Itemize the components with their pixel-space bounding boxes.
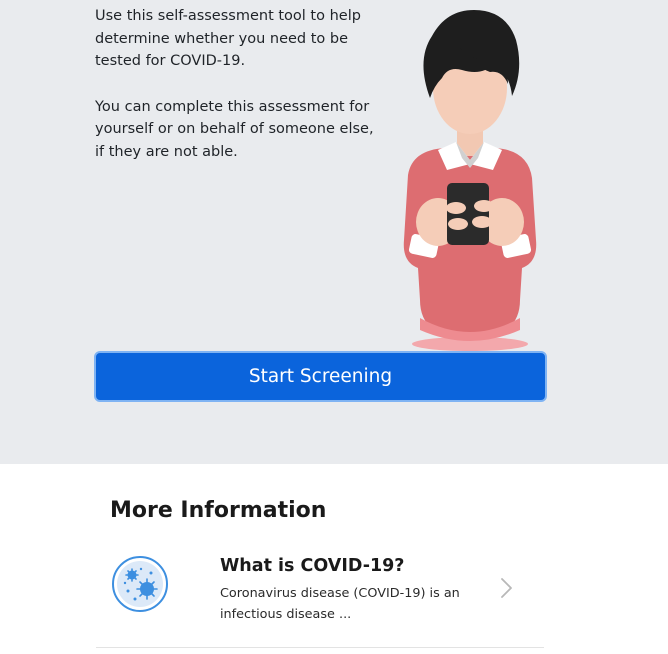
chevron-right-icon	[501, 578, 512, 598]
info-card-what-is-covid[interactable]: What is COVID-19? Coronavirus disease (C…	[96, 540, 544, 648]
hero-description: Use this self-assessment tool to help de…	[95, 5, 385, 164]
intro-paragraph: Use this self-assessment tool to help de…	[95, 8, 361, 70]
divider	[96, 647, 544, 648]
info-card-title: What is COVID-19?	[220, 556, 405, 576]
more-information-section: More Information What is COVID-19? Coron…	[0, 464, 668, 654]
person-with-phone-illustration	[403, 10, 537, 351]
virus-icon	[112, 556, 168, 612]
info-card-description: Coronavirus disease (COVID-19) is an inf…	[220, 586, 460, 622]
hero-section: Use this self-assessment tool to help de…	[0, 0, 668, 464]
more-information-heading: More Information	[110, 498, 327, 523]
behalf-paragraph: You can complete this assessment for you…	[95, 98, 374, 160]
start-screening-button[interactable]: Start Screening	[94, 351, 547, 402]
